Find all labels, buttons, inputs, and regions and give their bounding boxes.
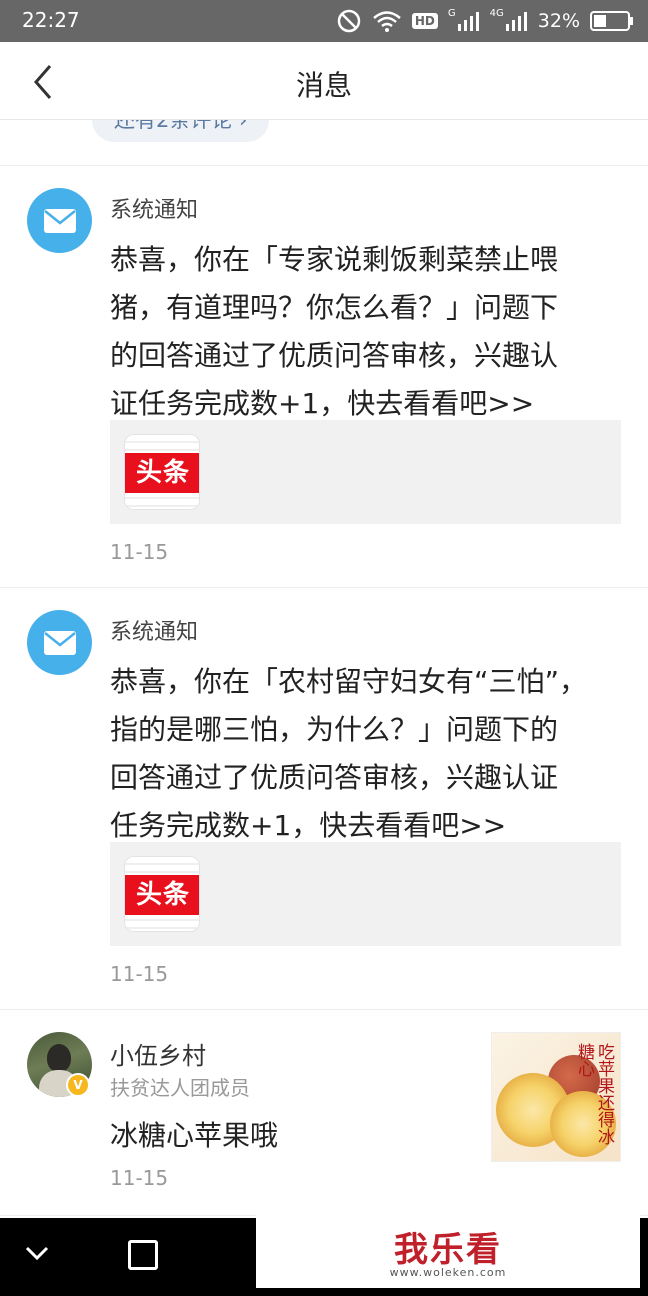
comment-notification-item[interactable]: V 小伍乡村 扶贫达人团成员 冰糖心苹果哦 11-15 吃苹果还得冰糖心 xyxy=(0,1010,648,1216)
battery-percent: 32% xyxy=(537,10,580,32)
avatar xyxy=(27,610,92,675)
attachment-card[interactable]: 头条 xyxy=(110,842,621,946)
text-line: 指的是哪三怕，为什么？」问题下的 xyxy=(110,713,559,746)
avatar-head xyxy=(47,1044,71,1072)
app-header: 消息 xyxy=(0,42,648,120)
post-thumbnail[interactable]: 吃苹果还得冰糖心 xyxy=(491,1032,621,1162)
do-not-disturb-icon xyxy=(336,8,362,34)
mail-icon xyxy=(44,631,76,655)
watermark-title: 我乐看 xyxy=(394,1230,502,1270)
timestamp: 11-15 xyxy=(110,962,169,986)
wifi-icon xyxy=(372,9,402,33)
comment-text: 冰糖心苹果哦 xyxy=(110,1119,279,1152)
avatar xyxy=(27,188,92,253)
sender-name: 系统通知 xyxy=(110,198,199,223)
text-line: 回答通过了优质问答审核，兴趣认证 xyxy=(110,761,559,794)
text-line: 的回答通过了优质问答审核，兴趣认 xyxy=(110,339,559,372)
notification-text[interactable]: 恭喜，你在「农村留守妇女有“三怕”， 指的是哪三怕，为什么？」问题下的 回答通过… xyxy=(110,658,610,850)
text-line: 恭喜，你在「专家说剩饭剩菜禁止喂 xyxy=(110,243,559,276)
system-notification-item[interactable]: 系统通知 恭喜，你在「农村留守妇女有“三怕”， 指的是哪三怕，为什么？」问题下的… xyxy=(0,588,648,1010)
system-notification-item[interactable]: 系统通知 恭喜，你在「专家说剩饭剩菜禁止喂 猪，有道理吗？你怎么看？」问题下 的… xyxy=(0,166,648,588)
attachment-card[interactable]: 头条 xyxy=(110,420,621,524)
nav-back-button[interactable] xyxy=(24,1244,50,1266)
text-line: 恭喜，你在「农村留守妇女有“三怕”， xyxy=(110,665,588,698)
logo-text: 头条 xyxy=(125,453,199,493)
list-item-partial: 还有2条评论 › xyxy=(0,120,648,166)
page-title: 消息 xyxy=(295,69,352,102)
watermark-url: www.woleken.com xyxy=(389,1266,507,1279)
text-line: 猪，有道理吗？你怎么看？」问题下 xyxy=(110,291,559,324)
user-subtitle: 扶贫达人团成员 xyxy=(110,1076,250,1100)
network-type-label: G xyxy=(447,7,456,19)
watermark: 我乐看 www.woleken.com xyxy=(256,1214,640,1288)
recent-apps-button[interactable] xyxy=(128,1240,158,1270)
chevron-down-icon xyxy=(25,1246,49,1261)
status-bar: 22:27 HD G 4G 32% xyxy=(0,0,648,42)
status-icons: HD G 4G 32% xyxy=(336,6,634,36)
username[interactable]: 小伍乡村 xyxy=(110,1036,206,1071)
more-comments-button[interactable]: 还有2条评论 › xyxy=(92,120,270,142)
sender-name: 系统通知 xyxy=(110,620,199,645)
notification-text[interactable]: 恭喜，你在「专家说剩饭剩菜禁止喂 猪，有道理吗？你怎么看？」问题下 的回答通过了… xyxy=(110,236,610,428)
status-time: 22:27 xyxy=(22,8,80,32)
timestamp: 11-15 xyxy=(110,540,169,564)
toutiao-logo: 头条 xyxy=(124,434,200,510)
thumbnail-caption: 吃苹果还得冰糖心 xyxy=(574,1043,614,1145)
logo-text: 头条 xyxy=(125,875,199,915)
hd-badge: HD xyxy=(411,13,438,29)
battery-icon xyxy=(590,10,634,32)
verified-badge-icon: V xyxy=(66,1073,90,1097)
signal-icon: G xyxy=(447,7,480,32)
signal-4g-icon: 4G xyxy=(489,7,528,32)
mail-icon xyxy=(44,209,76,233)
timestamp: 11-15 xyxy=(110,1166,169,1190)
network-type-label: 4G xyxy=(489,7,504,19)
toutiao-logo: 头条 xyxy=(124,856,200,932)
